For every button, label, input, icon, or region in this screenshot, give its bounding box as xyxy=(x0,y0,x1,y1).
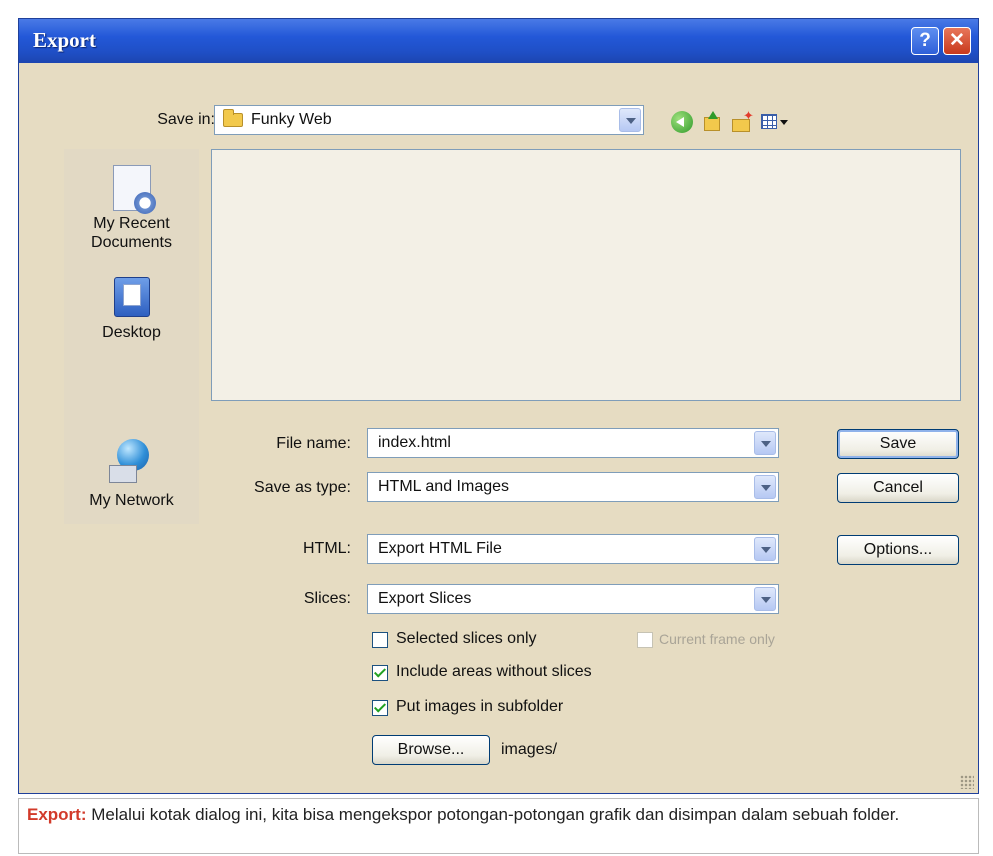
place-label: My Recent xyxy=(93,215,170,232)
slices-select[interactable]: Export Slices xyxy=(367,584,779,614)
html-value: Export HTML File xyxy=(378,540,502,557)
caption-title: Export: xyxy=(27,805,87,824)
caption-text: Melalui kotak dialog ini, kita bisa meng… xyxy=(86,805,900,824)
chevron-down-icon[interactable] xyxy=(754,537,776,561)
save-as-type-label: Save as type: xyxy=(254,479,351,496)
include-areas-label: Include areas without slices xyxy=(396,663,592,680)
chevron-down-icon[interactable] xyxy=(754,587,776,611)
places-bar: My Recent Documents Desktop My Network xyxy=(64,149,199,524)
place-desktop[interactable]: Desktop xyxy=(64,277,199,342)
put-images-subfolder-checkbox[interactable] xyxy=(372,700,388,716)
current-frame-only-checkbox xyxy=(637,632,653,648)
cancel-button[interactable]: Cancel xyxy=(837,473,959,503)
save-in-label: Save in: xyxy=(157,111,215,128)
file-name-label: File name: xyxy=(276,435,351,452)
file-name-field[interactable]: index.html xyxy=(367,428,779,458)
new-folder-icon[interactable] xyxy=(731,108,754,133)
save-in-value: Funky Web xyxy=(251,111,332,128)
selected-slices-only-checkbox[interactable] xyxy=(372,632,388,648)
html-select[interactable]: Export HTML File xyxy=(367,534,779,564)
save-as-type-select[interactable]: HTML and Images xyxy=(367,472,779,502)
dialog-title: Export xyxy=(33,28,96,52)
save-in-combo[interactable]: Funky Web xyxy=(214,105,644,135)
title-bar[interactable]: Export ? ✕ xyxy=(19,19,978,63)
desktop-icon xyxy=(113,277,150,317)
subfolder-path: images/ xyxy=(501,741,558,758)
figure-caption: Export: Melalui kotak dialog ini, kita b… xyxy=(18,798,979,854)
save-as-type-value: HTML and Images xyxy=(378,478,510,495)
views-menu-icon[interactable] xyxy=(761,111,791,133)
save-button[interactable]: Save xyxy=(837,429,959,459)
folder-icon xyxy=(223,109,243,127)
slices-value: Export Slices xyxy=(378,590,472,607)
chevron-down-icon[interactable] xyxy=(619,108,641,132)
export-dialog: Export ? ✕ Save in: Funky Web My Recent … xyxy=(18,18,979,794)
up-folder-icon[interactable] xyxy=(701,111,723,133)
place-my-network[interactable]: My Network xyxy=(64,439,199,510)
place-label: My Network xyxy=(89,492,174,509)
put-images-subfolder-label: Put images in subfolder xyxy=(396,698,564,715)
browse-button[interactable]: Browse... xyxy=(372,735,490,765)
selected-slices-only-label: Selected slices only xyxy=(396,630,537,647)
slices-label: Slices: xyxy=(303,590,351,607)
back-icon[interactable] xyxy=(671,111,693,133)
chevron-down-icon[interactable] xyxy=(754,431,776,455)
network-icon xyxy=(108,439,155,483)
chevron-down-icon[interactable] xyxy=(754,475,776,499)
place-label: Documents xyxy=(91,234,172,251)
help-button[interactable]: ? xyxy=(911,27,939,55)
options-button[interactable]: Options... xyxy=(837,535,959,565)
resize-grip[interactable] xyxy=(960,775,974,789)
html-label: HTML: xyxy=(303,540,351,557)
current-frame-only-label: Current frame only xyxy=(659,631,775,647)
file-name-value: index.html xyxy=(378,434,451,451)
close-button[interactable]: ✕ xyxy=(943,27,971,55)
place-my-recent-documents[interactable]: My Recent Documents xyxy=(64,165,199,252)
file-list[interactable] xyxy=(211,149,961,401)
place-label: Desktop xyxy=(102,324,161,341)
include-areas-checkbox[interactable] xyxy=(372,665,388,681)
recent-documents-icon xyxy=(112,165,156,214)
